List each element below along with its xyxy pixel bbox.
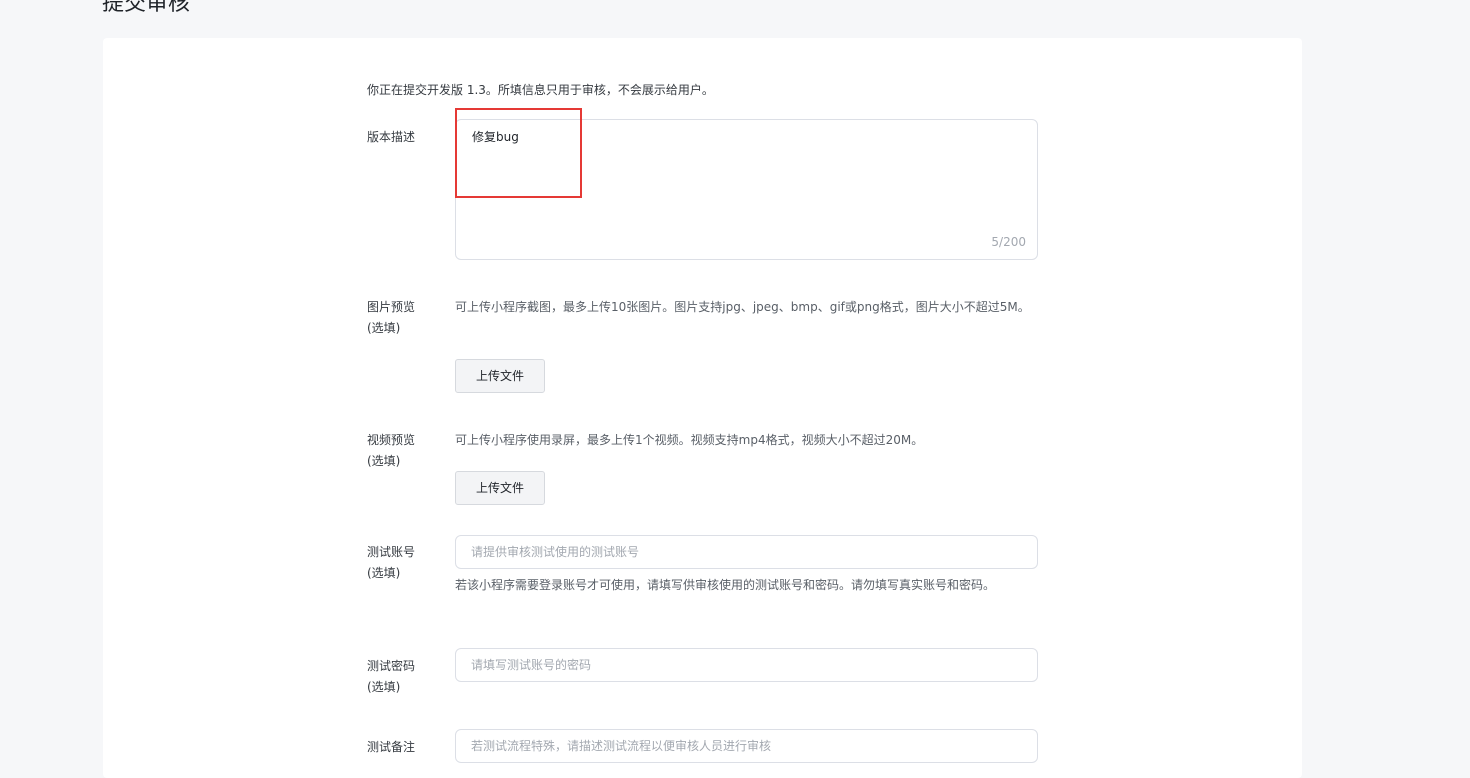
- upload-video-button[interactable]: 上传文件: [455, 471, 545, 505]
- version-desc-value: 修复bug: [472, 130, 519, 144]
- video-preview-label: 视频预览 (选填): [367, 430, 437, 472]
- upload-image-button[interactable]: 上传文件: [455, 359, 545, 393]
- test-account-field[interactable]: 请提供审核测试使用的测试账号: [455, 535, 1038, 569]
- test-password-label-text: 测试密码: [367, 659, 416, 673]
- image-preview-optional: (选填): [367, 321, 401, 335]
- test-notes-field[interactable]: 若测试流程特殊，请描述测试流程以便审核人员进行审核: [455, 729, 1038, 763]
- test-notes-input[interactable]: [455, 729, 1038, 763]
- version-desc-label: 版本描述: [367, 130, 416, 144]
- image-preview-label: 图片预览 (选填): [367, 297, 437, 339]
- test-account-label: 测试账号 (选填): [367, 542, 437, 584]
- test-password-field[interactable]: 请填写测试账号的密码: [455, 648, 1038, 682]
- video-preview-optional: (选填): [367, 454, 401, 468]
- video-preview-desc: 可上传小程序使用录屏，最多上传1个视频。视频支持mp4格式，视频大小不超过20M…: [455, 433, 924, 447]
- test-password-label: 测试密码 (选填): [367, 656, 437, 698]
- test-account-label-text: 测试账号: [367, 545, 416, 559]
- image-preview-label-text: 图片预览: [367, 300, 416, 314]
- test-account-optional: (选填): [367, 566, 401, 580]
- test-password-optional: (选填): [367, 680, 401, 694]
- char-counter: 5/200: [991, 235, 1026, 249]
- image-preview-desc: 可上传小程序截图，最多上传10张图片。图片支持jpg、jpeg、bmp、gif或…: [455, 300, 1030, 314]
- test-account-hint: 若该小程序需要登录账号才可使用，请填写供审核使用的测试账号和密码。请勿填写真实账…: [455, 578, 996, 592]
- test-account-input[interactable]: [455, 535, 1038, 569]
- version-desc-textarea[interactable]: 修复bug 5/200: [455, 119, 1038, 260]
- test-notes-label: 测试备注: [367, 740, 416, 754]
- intro-text: 你正在提交开发版 1.3。所填信息只用于审核，不会展示给用户。: [367, 83, 714, 97]
- page-title: 提交审核: [102, 0, 191, 16]
- test-password-input[interactable]: [455, 648, 1038, 682]
- video-preview-label-text: 视频预览: [367, 433, 416, 447]
